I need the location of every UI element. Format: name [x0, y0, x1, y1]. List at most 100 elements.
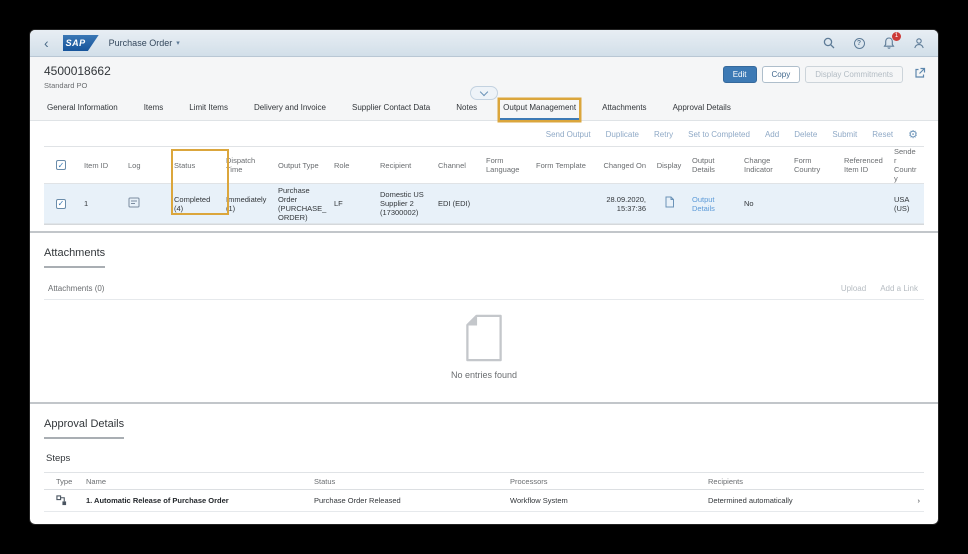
column-header-output-details: Output Details — [692, 156, 715, 174]
workflow-step-icon — [56, 495, 67, 506]
output-table-header: ✓ Item ID Log Status Dispatch Time Outpu… — [44, 147, 924, 184]
approval-details-section: Approval Details Steps Type Name Status … — [30, 404, 938, 512]
app-title-label: Purchase Order — [108, 38, 173, 48]
tab-approval-details[interactable]: Approval Details — [670, 100, 734, 120]
log-icon[interactable] — [128, 196, 140, 211]
share-icon[interactable] — [914, 67, 926, 82]
header-actions: Edit Copy Display Commitments — [722, 66, 926, 83]
steps-table-header: Type Name Status Processors Recipients — [44, 473, 924, 490]
chevron-down-icon: ▾ — [176, 40, 180, 47]
row-chevron-icon[interactable]: › — [904, 496, 921, 505]
attachments-section: Attachments Attachments (0) Upload Add a… — [30, 233, 938, 396]
cell-changed-on: 28.09.2020, 15:37:36 — [606, 194, 646, 213]
tab-items[interactable]: Items — [141, 100, 167, 120]
tab-bar: General Information Items Limit Items De… — [30, 86, 938, 121]
delete-button[interactable]: Delete — [794, 130, 817, 139]
table-settings-gear-icon[interactable]: ⚙ — [908, 129, 918, 140]
notification-badge: 1 — [892, 32, 901, 41]
steps-table: Type Name Status Processors Recipients 1… — [44, 472, 924, 512]
column-header-form-country: Form Country — [794, 156, 821, 174]
approval-details-section-title: Approval Details — [44, 418, 125, 439]
tab-attachments[interactable]: Attachments — [599, 100, 649, 120]
column-header-type: Type — [56, 476, 73, 486]
column-header-processors: Processors — [510, 476, 548, 486]
shell-icons: ? 1 — [822, 32, 926, 50]
cell-item-id: 1 — [84, 199, 89, 208]
user-profile-icon[interactable] — [912, 36, 926, 50]
output-table: ✓ Item ID Log Status Dispatch Time Outpu… — [44, 146, 924, 225]
help-icon[interactable]: ? — [852, 36, 866, 50]
column-header-change-indicator: Change Indicator — [744, 156, 773, 174]
submit-button[interactable]: Submit — [832, 130, 857, 139]
collapse-header-button[interactable] — [470, 86, 498, 100]
tab-delivery-and-invoice[interactable]: Delivery and Invoice — [251, 100, 329, 120]
cell-change-indicator: No — [744, 199, 754, 208]
send-output-button[interactable]: Send Output — [546, 130, 591, 139]
tab-general-information[interactable]: General Information — [44, 100, 121, 120]
column-header-dispatch-time: Dispatch Time — [226, 156, 256, 174]
column-header-recipient: Recipient — [380, 160, 412, 170]
desktop-background: ‹ SAP Purchase Order ▾ ? 1 4500018662 St… — [0, 0, 968, 554]
upload-button[interactable]: Upload — [841, 284, 866, 293]
tab-output-management[interactable]: Output Management — [500, 100, 580, 120]
search-icon[interactable] — [822, 36, 836, 50]
reset-button[interactable]: Reset — [872, 130, 893, 139]
attachments-empty-state: No entries found — [44, 300, 924, 396]
help-glyph: ? — [853, 37, 865, 49]
steps-title: Steps — [46, 453, 71, 464]
column-header-changed-on: Changed On — [603, 160, 646, 170]
column-header-output-type: Output Type — [278, 160, 319, 170]
tab-limit-items[interactable]: Limit Items — [186, 100, 231, 120]
cell-sender-country: USA (US) — [894, 194, 910, 213]
step-name: 1. Automatic Release of Purchase Order — [86, 496, 229, 505]
page-header-titles: 4500018662 Standard PO — [44, 64, 111, 90]
column-header-log: Log — [128, 160, 141, 170]
cell-dispatch-time: Immediately (1) — [226, 194, 267, 213]
cell-role: LF — [334, 199, 343, 208]
approval-step-row[interactable]: 1. Automatic Release of Purchase Order P… — [44, 490, 924, 512]
attachments-section-title: Attachments — [44, 247, 106, 268]
column-header-display: Display — [656, 160, 682, 170]
tab-supplier-contact-data[interactable]: Supplier Contact Data — [349, 100, 433, 120]
column-header-referenced-item-id: Referenced Item ID — [844, 156, 883, 174]
display-commitments-button[interactable]: Display Commitments — [805, 66, 903, 83]
attachments-actions: Upload Add a Link — [841, 284, 918, 293]
select-all-checkbox[interactable]: ✓ — [56, 160, 66, 170]
column-header-item-id: Item ID — [84, 160, 109, 170]
column-header-role: Role — [334, 160, 350, 170]
notifications-bell-icon[interactable]: 1 — [882, 32, 901, 50]
step-status: Purchase Order Released — [314, 496, 401, 505]
cell-status: Completed (4) — [174, 194, 211, 213]
output-details-link[interactable]: Output Details — [692, 195, 715, 213]
cell-recipient: Domestic US Supplier 2 (17300002) — [380, 190, 424, 217]
edit-button[interactable]: Edit — [722, 66, 757, 83]
step-processors: Workflow System — [510, 496, 568, 505]
column-header-step-status: Status — [314, 476, 336, 486]
output-management-toolbar: Send Output Duplicate Retry Set to Compl… — [30, 121, 938, 146]
duplicate-button[interactable]: Duplicate — [606, 130, 639, 139]
retry-button[interactable]: Retry — [654, 130, 673, 139]
copy-button[interactable]: Copy — [761, 66, 801, 83]
app-window: ‹ SAP Purchase Order ▾ ? 1 4500018662 St… — [30, 30, 938, 524]
chevron-down-icon — [479, 87, 489, 96]
row-checkbox[interactable]: ✓ — [56, 198, 66, 209]
cell-output-type: Purchase Order (PURCHASE_ORDER) — [278, 185, 327, 222]
app-title[interactable]: Purchase Order ▾ — [109, 38, 180, 48]
output-table-row[interactable]: ✓ 1 Completed (4) Immediately (1) Purcha… — [44, 184, 924, 224]
display-document-icon[interactable] — [664, 196, 675, 211]
add-a-link-button[interactable]: Add a Link — [880, 284, 918, 293]
column-header-status: Status — [174, 160, 196, 170]
empty-document-icon — [466, 314, 502, 362]
attachments-toolbar: Attachments (0) Upload Add a Link — [44, 280, 924, 300]
column-header-name: Name — [86, 476, 107, 486]
column-header-sender-country: Sender Country — [894, 147, 917, 183]
cell-channel: EDI (EDI) — [438, 199, 471, 208]
empty-state-text: No entries found — [450, 370, 518, 380]
set-to-completed-button[interactable]: Set to Completed — [688, 130, 750, 139]
add-button[interactable]: Add — [765, 130, 779, 139]
tab-notes[interactable]: Notes — [453, 100, 480, 120]
back-button[interactable]: ‹ — [40, 36, 53, 50]
column-header-form-language: Form Language — [486, 156, 520, 174]
page-title: 4500018662 — [44, 64, 111, 78]
step-recipients: Determined automatically — [708, 496, 793, 505]
